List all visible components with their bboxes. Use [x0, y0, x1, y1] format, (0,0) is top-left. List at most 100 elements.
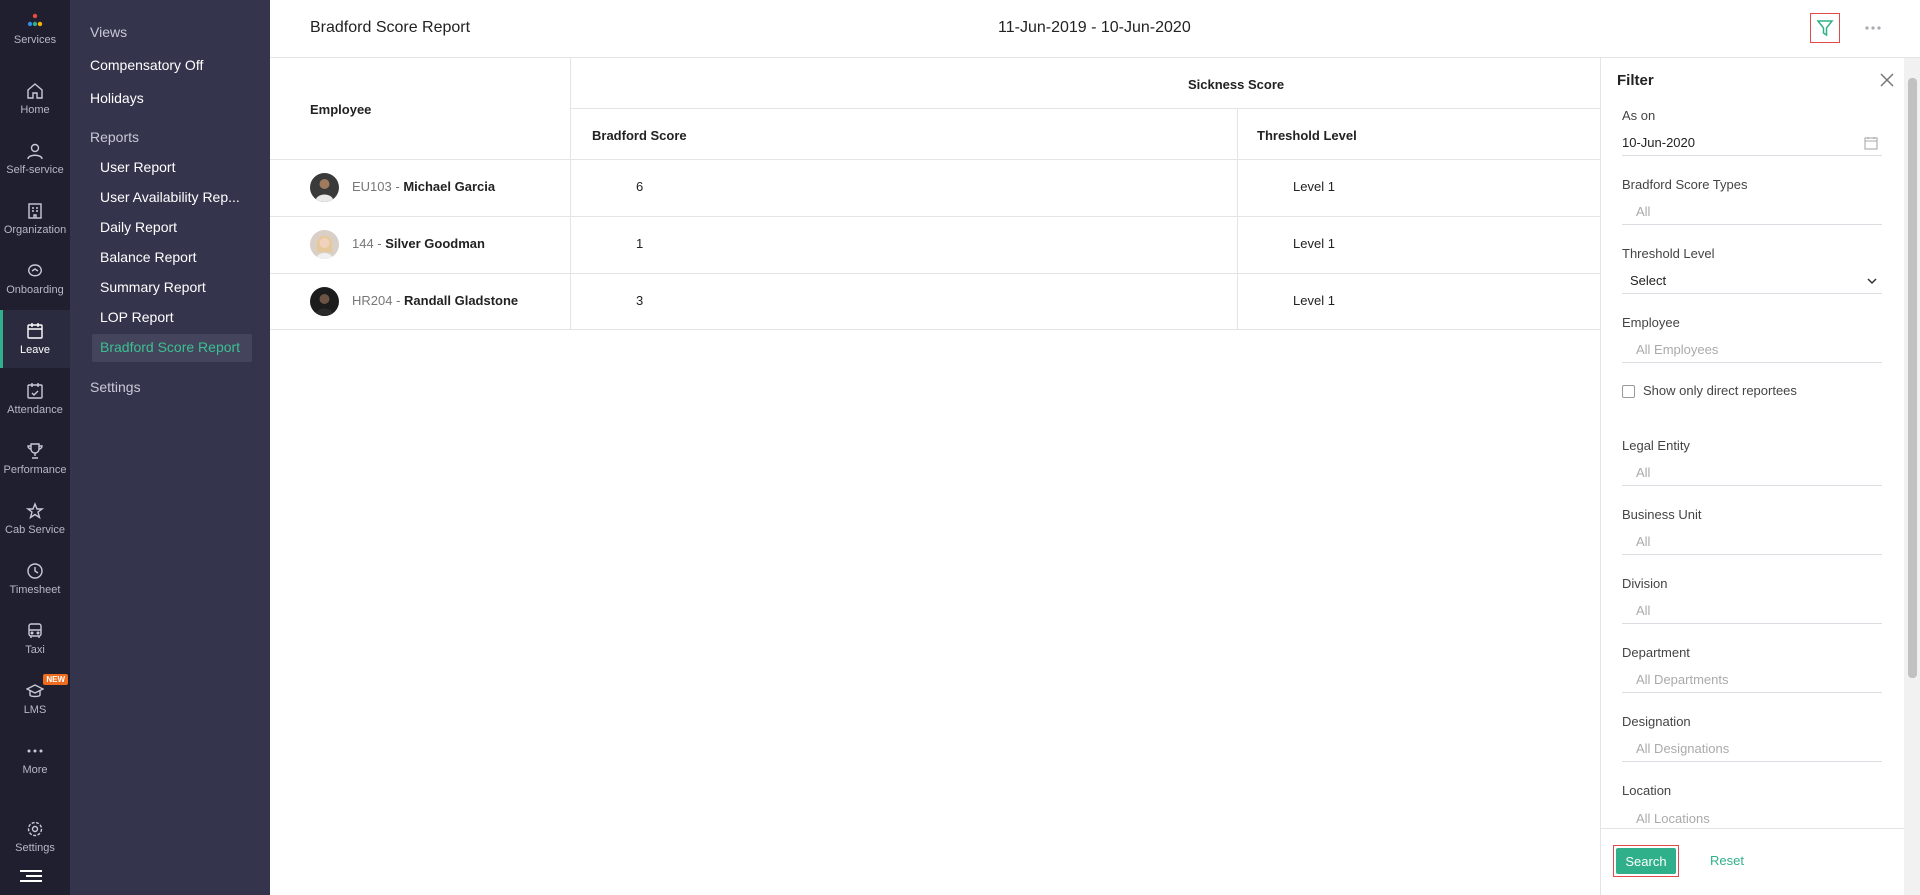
search-button[interactable]: Search	[1613, 845, 1679, 877]
graduation-icon	[26, 684, 44, 698]
rail-label: Home	[20, 104, 50, 116]
settings-heading[interactable]: Settings	[90, 379, 141, 395]
rail-item-attendance[interactable]: Attendance	[0, 370, 70, 428]
as-on-label: As on	[1622, 108, 1656, 123]
header-divider	[570, 108, 1600, 109]
rail-item-onboarding[interactable]: Onboarding	[0, 250, 70, 308]
new-badge: NEW	[43, 674, 68, 685]
designation-field[interactable]: All Designations	[1622, 736, 1882, 762]
subnav-lop-report[interactable]: LOP Report	[100, 309, 260, 325]
employee-field[interactable]: All Employees	[1622, 337, 1882, 363]
date-range[interactable]: 11-Jun-2019 - 10-Jun-2020	[998, 19, 1191, 37]
table-row[interactable]: 144 - Silver Goodman 1 Level 1	[270, 216, 1600, 273]
star-icon	[26, 502, 44, 520]
leave-icon	[27, 323, 43, 339]
rail-item-taxi[interactable]: Taxi	[0, 610, 70, 668]
employee-name: Michael Garcia	[403, 179, 496, 194]
threshold-level-column-header: Threshold Level	[1257, 128, 1357, 143]
rail-item-settings[interactable]: Settings	[0, 808, 70, 866]
icon-rail: Services Home Self-service Organization …	[0, 0, 70, 895]
bradford-score-cell: 6	[636, 179, 644, 194]
bradford-score-cell: 3	[636, 293, 644, 308]
table-row[interactable]: EU103 - Michael Garcia 6 Level 1	[270, 159, 1600, 216]
direct-reportees-label[interactable]: Show only direct reportees	[1643, 383, 1797, 398]
page-title: Bradford Score Report	[310, 19, 471, 36]
page-header: Bradford Score Report 11-Jun-2019 - 10-J…	[270, 0, 1920, 58]
menu-toggle-icon[interactable]	[20, 870, 42, 884]
employee-id: EU103 -	[352, 179, 404, 194]
rail-label: Services	[13, 34, 57, 46]
filter-footer: Search Reset	[1601, 828, 1904, 895]
rail-label: Performance	[3, 464, 67, 476]
rail-item-more[interactable]: More	[0, 730, 70, 788]
subnav-user-report[interactable]: User Report	[100, 159, 260, 175]
chevron-down-icon	[1867, 277, 1877, 284]
rail-label: More	[22, 764, 48, 776]
as-on-date-value: 10-Jun-2020	[1622, 135, 1695, 150]
table-row[interactable]: HR204 - Randall Gladstone 3 Level 1	[270, 273, 1600, 330]
filter-panel: Filter As on 10-Jun-2020 Bradford Score …	[1600, 58, 1920, 895]
employee-cell[interactable]: 144 - Silver Goodman	[352, 236, 485, 251]
calendar-icon[interactable]	[1864, 136, 1878, 150]
bradford-score-types-field[interactable]: All	[1622, 199, 1882, 225]
rail-label: Taxi	[25, 644, 45, 656]
organization-icon	[28, 203, 42, 219]
home-icon	[27, 83, 43, 99]
bradford-score-column-header: Bradford Score	[592, 128, 687, 143]
rail-item-timesheet[interactable]: Timesheet	[0, 550, 70, 608]
legal-entity-field[interactable]: All	[1622, 460, 1882, 486]
reset-button[interactable]: Reset	[1710, 853, 1744, 868]
employee-name: Randall Gladstone	[404, 293, 519, 308]
onboarding-icon	[28, 264, 42, 277]
more-options-button[interactable]	[1858, 13, 1888, 43]
bus-icon	[28, 623, 42, 638]
employee-cell[interactable]: HR204 - Randall Gladstone	[352, 293, 518, 308]
employee-column-header: Employee	[310, 102, 372, 117]
rail-item-services[interactable]: Services	[0, 0, 70, 58]
rail-label: Settings	[15, 842, 55, 854]
close-filter-button[interactable]	[1877, 70, 1897, 90]
filter-scrollbar[interactable]	[1904, 58, 1920, 895]
rail-item-leave[interactable]: Leave	[0, 310, 70, 368]
subnav-holidays[interactable]: Holidays	[90, 90, 250, 106]
as-on-date-field[interactable]: 10-Jun-2020	[1622, 130, 1882, 156]
trophy-icon	[27, 443, 43, 459]
gear-icon	[27, 821, 43, 837]
rail-label: LMS	[23, 704, 47, 716]
subnav-balance-report[interactable]: Balance Report	[100, 249, 260, 265]
division-label: Division	[1622, 576, 1668, 591]
division-field[interactable]: All	[1622, 598, 1882, 624]
employee-id: HR204 -	[352, 293, 405, 308]
location-label: Location	[1622, 783, 1672, 798]
rail-item-self-service[interactable]: Self-service	[0, 130, 70, 188]
rail-item-organization[interactable]: Organization	[0, 190, 70, 248]
employee-id: 144 -	[352, 236, 386, 251]
subnav-summary-report[interactable]: Summary Report	[100, 279, 260, 295]
avatar	[310, 287, 339, 316]
subnav-bradford-score-report[interactable]: Bradford Score Report	[100, 339, 260, 355]
rail-label: Organization	[3, 224, 67, 236]
views-heading: Views	[90, 24, 128, 40]
reports-heading: Reports	[90, 129, 140, 145]
rail-item-cab-service[interactable]: Cab Service	[0, 490, 70, 548]
leave-subnav: Views Compensatory Off Holidays Reports …	[70, 0, 270, 895]
filter-button[interactable]	[1810, 13, 1840, 43]
direct-reportees-checkbox[interactable]	[1622, 385, 1635, 398]
avatar	[310, 173, 339, 202]
threshold-level-select[interactable]: Select	[1622, 268, 1882, 294]
department-field[interactable]: All Departments	[1622, 667, 1882, 693]
rail-label: Attendance	[7, 404, 63, 416]
rail-item-lms[interactable]: NEW LMS	[0, 670, 70, 728]
rail-item-performance[interactable]: Performance	[0, 430, 70, 488]
subnav-compensatory-off[interactable]: Compensatory Off	[90, 57, 250, 73]
subnav-daily-report[interactable]: Daily Report	[100, 219, 260, 235]
rail-item-home[interactable]: Home	[0, 70, 70, 128]
employee-cell[interactable]: EU103 - Michael Garcia	[352, 179, 495, 194]
business-unit-field[interactable]: All	[1622, 529, 1882, 555]
scrollbar-thumb[interactable]	[1908, 78, 1917, 678]
legal-entity-label: Legal Entity	[1622, 438, 1690, 453]
threshold-level-cell: Level 1	[1293, 236, 1335, 251]
subnav-user-availability-report[interactable]: User Availability Rep...	[100, 189, 260, 205]
more-horizontal-icon	[1865, 26, 1881, 30]
threshold-level-cell: Level 1	[1293, 293, 1335, 308]
